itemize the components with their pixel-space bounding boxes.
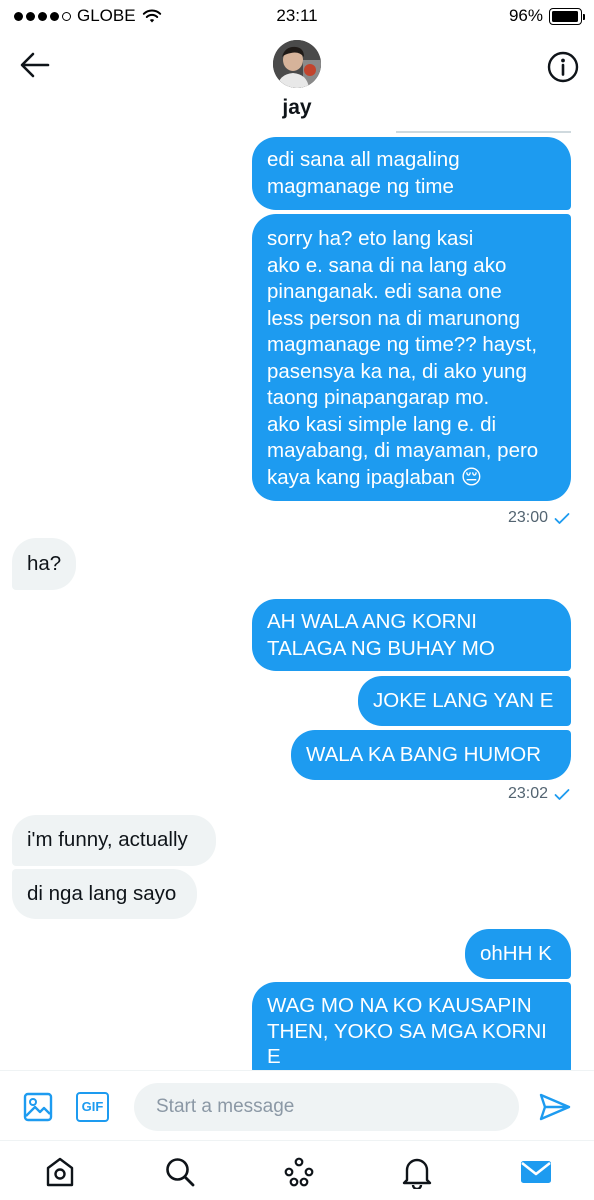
spaces-icon[interactable]	[282, 1155, 316, 1189]
send-icon[interactable]	[538, 1091, 572, 1123]
mail-icon[interactable]	[519, 1155, 553, 1189]
battery-percent: 96%	[508, 6, 543, 25]
outgoing-message[interactable]: JOKE LANG YAN E	[358, 676, 571, 726]
home-icon[interactable]	[43, 1155, 77, 1189]
avatar-photo	[273, 40, 321, 88]
message-timestamp: 23:00	[508, 509, 570, 527]
outgoing-message[interactable]: sorry ha? eto lang kasi ako e. sana di n…	[252, 214, 571, 501]
timestamp-text: 23:02	[507, 785, 548, 802]
gif-label: GIF	[81, 1099, 104, 1114]
status-time: 23:11	[276, 6, 318, 25]
conversation-header: jay	[0, 32, 594, 124]
battery-info: 96%	[508, 6, 585, 26]
info-icon[interactable]	[546, 50, 580, 84]
status-bar: GLOBE 23:11 96%	[0, 0, 594, 32]
arrow-left-icon[interactable]	[18, 50, 52, 80]
incoming-message[interactable]: di nga lang sayo	[12, 869, 197, 919]
gif-icon[interactable]: GIF	[76, 1092, 109, 1122]
timestamp-text: 23:00	[507, 509, 548, 526]
outgoing-message[interactable]: WAG MO NA KO KAUSAPIN THEN, YOKO SA MGA …	[252, 982, 571, 1070]
message-input[interactable]	[134, 1083, 519, 1131]
incoming-message[interactable]: i'm funny, actually	[12, 815, 216, 866]
message-thread[interactable]: edi sana all magaling magmanage ng time …	[0, 124, 594, 1070]
bottom-tab-bar	[0, 1140, 594, 1200]
avatar[interactable]	[273, 40, 321, 88]
incoming-message[interactable]: ha?	[12, 538, 76, 590]
message-composer: GIF	[0, 1070, 594, 1140]
search-icon[interactable]	[163, 1155, 197, 1189]
divider	[396, 131, 571, 133]
contact-name[interactable]: jay	[0, 96, 594, 120]
outgoing-message[interactable]: WALA KA BANG HUMOR	[291, 730, 571, 780]
outgoing-message[interactable]: edi sana all magaling magmanage ng time	[252, 137, 571, 210]
image-icon[interactable]	[22, 1091, 54, 1123]
read-check-icon	[554, 512, 570, 524]
message-timestamp: 23:02	[508, 785, 570, 803]
outgoing-message[interactable]: AH WALA ANG KORNI TALAGA NG BUHAY MO	[252, 599, 571, 671]
bell-icon[interactable]	[400, 1155, 434, 1189]
read-check-icon	[554, 788, 570, 800]
battery-icon	[549, 7, 585, 25]
outgoing-message[interactable]: ohHH K	[465, 929, 571, 979]
